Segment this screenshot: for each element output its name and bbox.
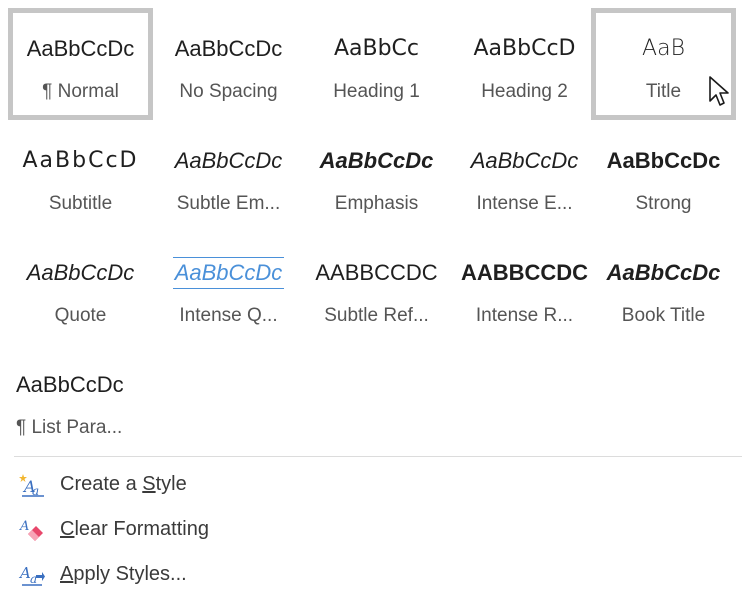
mnemonic-letter: A <box>60 563 74 585</box>
style-preview: AaBbCcD <box>22 148 139 173</box>
style-tile-quote[interactable]: AaBbCcDc Quote <box>8 232 153 344</box>
style-label: ¶ Normal <box>42 81 119 102</box>
style-label: Emphasis <box>334 193 419 214</box>
style-preview: AaBbCcDc <box>174 148 283 173</box>
style-label: Intense E... <box>476 193 573 214</box>
style-label: ¶ List Para... <box>16 417 123 438</box>
style-label: Subtle Ref... <box>324 305 429 326</box>
styles-gallery: AaBbCcDc ¶ Normal AaBbCcDc No Spacing Aa… <box>0 0 746 595</box>
style-tile-subtitle[interactable]: AaBbCcD Subtitle <box>8 120 153 232</box>
styles-row: AaBbCcD Subtitle AaBbCcDc Subtle Em... A… <box>8 120 736 232</box>
label-text: tyle <box>155 473 187 495</box>
style-tile-strong[interactable]: AaBbCcDc Strong <box>591 120 736 232</box>
style-preview: AaBbCcDc <box>174 36 283 61</box>
svg-text:A: A <box>19 519 29 534</box>
style-preview: AaBbCcDc <box>172 257 285 289</box>
apply-styles-icon: A a <box>18 564 45 586</box>
style-tile-heading-1[interactable]: AaBbCc Heading 1 <box>304 8 449 120</box>
label-text: Create a <box>60 473 143 495</box>
style-tile-subtle-emphasis[interactable]: AaBbCcDc Subtle Em... <box>156 120 301 232</box>
style-preview: AaBbCc <box>333 36 420 61</box>
styles-row: AaBbCcDc ¶ Normal AaBbCcDc No Spacing Aa… <box>8 8 736 120</box>
style-preview: AaBbCcDc <box>26 260 135 285</box>
style-preview-wrap: AaBbCcDc <box>156 254 301 292</box>
styles-menu: A a Create a Style A Clear Formatting A … <box>10 462 740 597</box>
style-tile-intense-quote[interactable]: AaBbCcDc Intense Q... <box>156 232 301 344</box>
style-preview: AaBbCcD <box>473 36 576 61</box>
style-preview: AaBbCcDc <box>606 260 721 285</box>
style-preview: AaBbCcDc <box>16 372 124 397</box>
style-label: Strong <box>635 193 692 214</box>
style-label: No Spacing <box>179 81 278 102</box>
style-preview: AaB <box>642 36 685 61</box>
style-preview: AaBbCcDc <box>606 148 721 173</box>
svg-text:a: a <box>30 572 37 586</box>
styles-row: AaBbCcDc ¶ List Para... <box>8 344 736 456</box>
style-label: Quote <box>54 305 107 326</box>
apply-styles-menu-item[interactable]: A a Apply Styles... <box>10 552 740 597</box>
menu-divider <box>14 456 742 457</box>
mnemonic-letter: S <box>142 473 156 495</box>
style-tile-subtle-reference[interactable]: AaBbCcDc Subtle Ref... <box>304 232 449 344</box>
style-tile-book-title[interactable]: AaBbCcDc Book Title <box>591 232 736 344</box>
style-label: Subtle Em... <box>176 193 281 214</box>
clear-formatting-label: Clear Formatting <box>60 518 209 541</box>
styles-row: AaBbCcDc Quote AaBbCcDc Intense Q... AaB… <box>8 232 736 344</box>
style-tile-heading-2[interactable]: AaBbCcD Heading 2 <box>452 8 597 120</box>
mnemonic-letter: C <box>60 518 75 540</box>
style-tile-normal[interactable]: AaBbCcDc ¶ Normal <box>8 8 153 120</box>
style-tile-emphasis[interactable]: AaBbCcDc Emphasis <box>304 120 449 232</box>
style-preview: AaBbCcDc <box>470 148 579 173</box>
create-style-menu-item[interactable]: A a Create a Style <box>10 462 740 507</box>
mouse-pointer-icon <box>709 76 729 106</box>
style-label: Subtitle <box>48 193 113 214</box>
style-tile-list-paragraph[interactable]: AaBbCcDc ¶ List Para... <box>8 344 153 456</box>
style-preview: AaBbCcDc <box>460 260 589 285</box>
style-label: Book Title <box>621 305 706 326</box>
styles-grid: AaBbCcDc ¶ Normal AaBbCcDc No Spacing Aa… <box>8 8 736 456</box>
style-label: Intense Q... <box>179 305 278 326</box>
style-label: Heading 2 <box>481 81 568 102</box>
style-preview: AaBbCcDc <box>26 36 135 61</box>
style-preview: AaBbCcDc <box>319 148 434 173</box>
style-tile-title[interactable]: AaB Title <box>591 8 736 120</box>
create-style-label: Create a Style <box>60 473 187 496</box>
clear-formatting-icon: A <box>19 519 43 541</box>
create-style-icon: A a <box>19 473 44 498</box>
apply-styles-label: Apply Styles... <box>60 563 187 586</box>
clear-formatting-menu-item[interactable]: A Clear Formatting <box>10 507 740 552</box>
style-preview: AaBbCcDc <box>315 260 438 285</box>
label-text: lear Formatting <box>74 518 209 540</box>
style-tile-no-spacing[interactable]: AaBbCcDc No Spacing <box>156 8 301 120</box>
style-label: Heading 1 <box>333 81 420 102</box>
style-tile-intense-reference[interactable]: AaBbCcDc Intense R... <box>452 232 597 344</box>
style-label: Intense R... <box>475 305 574 326</box>
style-tile-intense-emphasis[interactable]: AaBbCcDc Intense E... <box>452 120 597 232</box>
label-text: pply Styles... <box>73 563 187 585</box>
